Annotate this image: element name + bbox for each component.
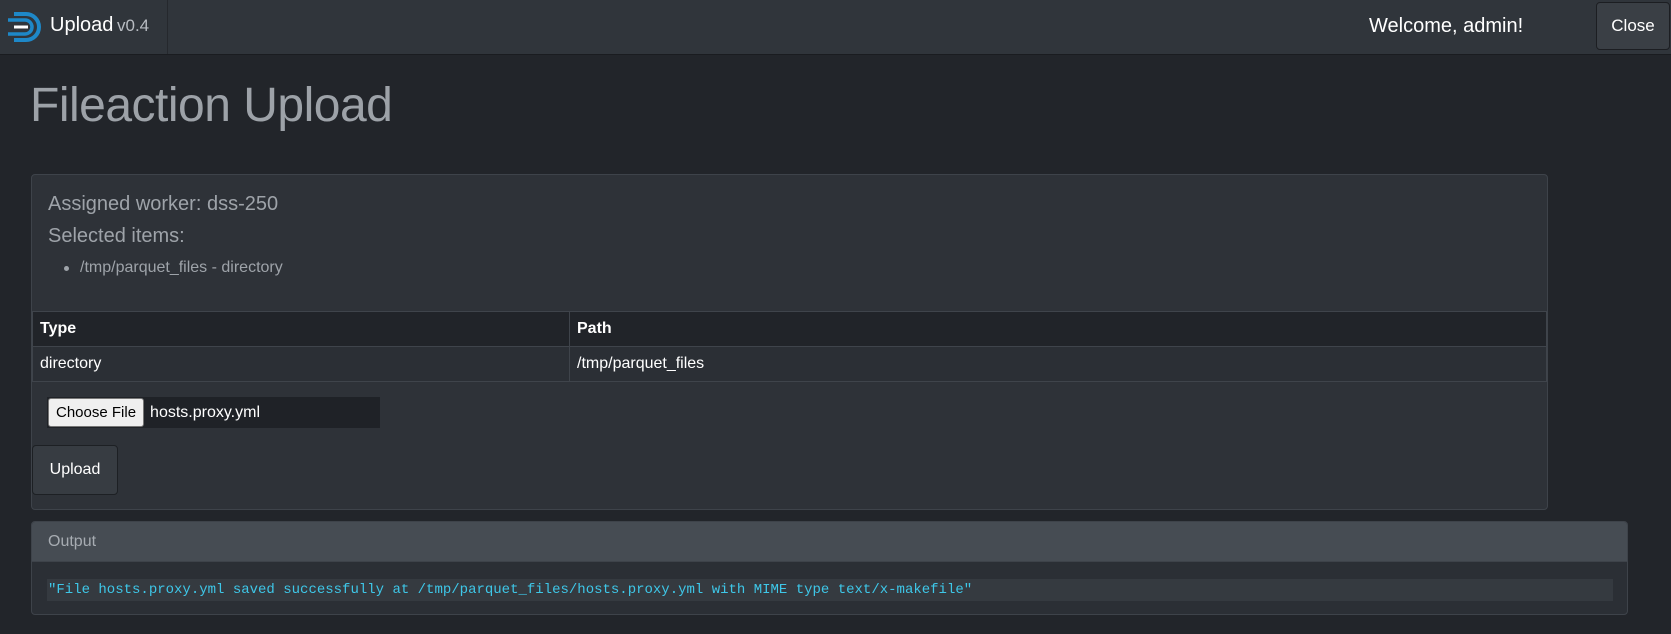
- file-input[interactable]: Choose File hosts.proxy.yml: [47, 397, 380, 428]
- list-item: /tmp/parquet_files - directory: [64, 259, 283, 277]
- bullet-icon: [64, 266, 69, 271]
- selected-file-name: hosts.proxy.yml: [150, 403, 260, 421]
- app-version: v0.4: [117, 16, 150, 35]
- welcome-text: Welcome, admin!: [1369, 15, 1524, 37]
- choose-file-button[interactable]: Choose File: [48, 398, 145, 427]
- column-header-path: Path: [569, 311, 1547, 347]
- selected-item-label: /tmp/parquet_files - directory: [80, 259, 283, 276]
- upload-card: Assigned worker: dss-250 Selected items:…: [31, 174, 1548, 510]
- table-header-row: Type Path: [32, 311, 1547, 347]
- items-table: Type Path directory /tmp/parquet_files: [32, 311, 1547, 382]
- table-row: directory /tmp/parquet_files: [32, 346, 1547, 382]
- brand[interactable]: Upload v0.4: [0, 0, 168, 54]
- app-name: Upload: [50, 14, 114, 36]
- page-title: Fileaction Upload: [30, 79, 393, 132]
- logo-icon: [8, 12, 41, 42]
- close-button[interactable]: Close: [1596, 2, 1670, 50]
- output-message: "File hosts.proxy.yml saved successfully…: [47, 579, 1613, 601]
- column-header-type: Type: [32, 311, 570, 347]
- top-navbar: Upload v0.4 Welcome, admin! Close: [0, 0, 1671, 55]
- upload-button[interactable]: Upload: [32, 445, 118, 495]
- output-title: Output: [32, 522, 1627, 562]
- assigned-worker: Assigned worker: dss-250: [48, 193, 279, 215]
- output-card: Output "File hosts.proxy.yml saved succe…: [31, 521, 1628, 615]
- cell-path: /tmp/parquet_files: [569, 346, 1547, 382]
- selected-items-title: Selected items:: [48, 225, 185, 247]
- selected-items-list: /tmp/parquet_files - directory: [64, 259, 283, 277]
- cell-type: directory: [32, 346, 570, 382]
